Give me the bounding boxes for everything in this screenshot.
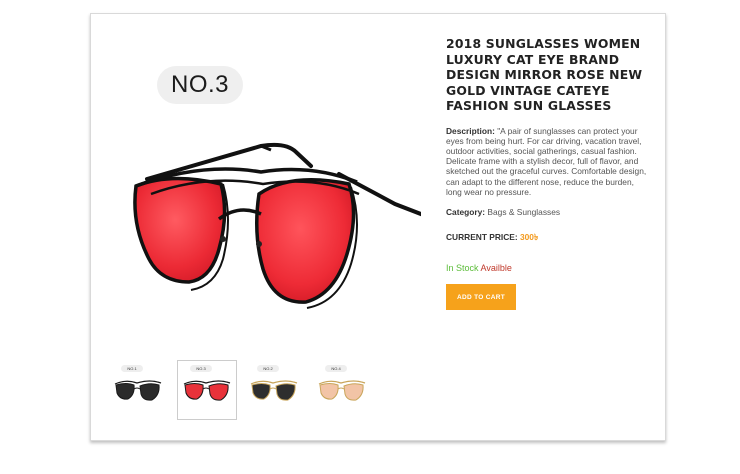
in-stock-label: In Stock (446, 262, 479, 273)
category-label: Category: (446, 206, 486, 217)
thumbnail-badge: NO.2 (257, 365, 279, 372)
category-value[interactable]: Bags & Sunglasses (485, 207, 560, 217)
thumbnail-sunglasses-icon (114, 380, 162, 401)
add-to-cart-button[interactable]: ADD TO CART (446, 283, 516, 310)
availability-label: Availble (478, 262, 512, 273)
product-description: Description: "A pair of sunglasses can p… (446, 126, 651, 197)
thumbnail-strip: NO.1 NO.3 NO.2 NO.4 (109, 360, 371, 423)
thumbnail-sunglasses-icon (183, 380, 231, 401)
thumbnail-no1[interactable]: NO.1 (109, 361, 167, 419)
product-price: CURRENT PRICE: 300৳ (446, 231, 651, 245)
description-text: "A pair of sunglasses can protect your e… (446, 125, 647, 197)
price-value: 300৳ (517, 231, 539, 242)
thumbnail-badge: NO.4 (325, 365, 347, 372)
product-category: Category: Bags & Sunglasses (446, 207, 651, 217)
stock-status: In Stock Availble (446, 263, 651, 273)
thumbnail-sunglasses-icon (318, 380, 366, 401)
thumbnail-badge: NO.3 (190, 365, 212, 372)
product-title: 2018 SUNGLASSES WOMEN LUXURY CAT EYE BRA… (446, 36, 643, 113)
main-image-badge: NO.3 (157, 66, 243, 104)
price-label: CURRENT PRICE: (446, 231, 518, 242)
product-card: NO.3 2018 SUNGLASSES WOMEN LUXURY CAT EY… (90, 13, 666, 441)
thumbnail-no3[interactable]: NO.3 (177, 360, 237, 420)
thumbnail-sunglasses-icon (250, 380, 298, 401)
sunglasses-image (133, 142, 428, 309)
product-info: 2018 SUNGLASSES WOMEN LUXURY CAT EYE BRA… (446, 36, 651, 310)
description-label: Description: (446, 125, 495, 136)
thumbnail-no4[interactable]: NO.4 (313, 361, 371, 419)
product-main-image (111, 54, 428, 324)
thumbnail-badge: NO.1 (121, 365, 143, 372)
thumbnail-no2[interactable]: NO.2 (245, 361, 303, 419)
